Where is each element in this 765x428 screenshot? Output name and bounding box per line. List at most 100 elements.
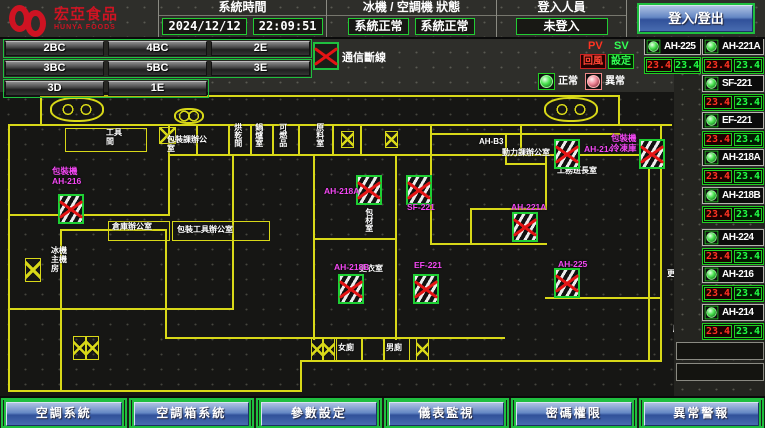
stairs-icon xyxy=(25,258,41,282)
device-label-EF-221: EF-221 xyxy=(414,261,442,271)
pv-value: 23.4 xyxy=(704,287,732,300)
pv-desc-legend: 回風 xyxy=(580,54,606,69)
pv-value: 23.4 xyxy=(704,133,732,146)
device-icon-AH-218B[interactable] xyxy=(338,274,364,304)
equipment-button-AH-218B[interactable]: AH-218B xyxy=(702,187,764,204)
equipment-button-SF-221[interactable]: SF-221 xyxy=(702,75,764,92)
device-label-AH-225: AH-225 xyxy=(558,260,587,270)
device-label-cold-storage: 包裝機 冷凍庫 xyxy=(611,134,637,154)
room-label: 冰機主機房 xyxy=(51,247,73,273)
sv-desc-legend: 設定 xyxy=(608,54,634,69)
ahu-status: 系統正常 xyxy=(415,18,475,35)
nav-button-3[interactable]: 參數設定 xyxy=(261,402,377,426)
comm-lost-label: 通信斷線 xyxy=(342,49,386,65)
bottom-nav: 空調系統空調箱系統參數設定儀表監視密碼權限異常警報 xyxy=(0,396,765,428)
comm-lost-icon xyxy=(313,42,339,70)
floor-button-5BC[interactable]: 5BC xyxy=(108,61,207,76)
login-section: 登入人員 未登入 xyxy=(496,0,626,37)
login-logout-button[interactable]: 登入/登出 xyxy=(639,5,753,32)
login-area: 登入/登出 xyxy=(626,0,765,37)
equipment-unit-AH-224: AH-22423.423.4 xyxy=(702,229,764,265)
floor-button-3D[interactable]: 3D xyxy=(5,81,104,96)
pv-value: 23.4 xyxy=(704,208,732,221)
equipment-button-AH-221A[interactable]: AH-221A xyxy=(702,38,764,55)
nav-button-1[interactable]: 空調系統 xyxy=(6,402,122,426)
status-led xyxy=(705,77,719,91)
device-icon-AH-216[interactable] xyxy=(58,194,84,224)
stairwell-icon xyxy=(50,97,104,122)
floor-button-3E[interactable]: 3E xyxy=(211,61,310,76)
equipment-button-AH-214[interactable]: AH-214 xyxy=(702,304,764,321)
date-display: 2024/12/12 xyxy=(162,18,246,35)
equipment-button-EF-221[interactable]: EF-221 xyxy=(702,112,764,129)
room-label: 男廁 xyxy=(386,344,408,353)
status-led xyxy=(705,189,719,203)
floor-button-3BC[interactable]: 3BC xyxy=(5,61,104,76)
floor-button-1E[interactable]: 1E xyxy=(108,81,207,96)
device-icon-cold-storage[interactable] xyxy=(639,139,665,169)
value-row: 23.423.4 xyxy=(702,57,764,74)
room-label: 包裝工具辦公室 xyxy=(177,226,267,235)
device-icon-AH-221A[interactable] xyxy=(512,212,538,242)
device-icon-SF-221[interactable] xyxy=(406,175,432,205)
floor-button-4BC[interactable]: 4BC xyxy=(108,41,207,56)
equipment-unit-AH-214: AH-21423.423.4 xyxy=(702,304,764,340)
sv-legend: SV xyxy=(614,40,629,52)
device-icon-AH-225[interactable] xyxy=(554,268,580,298)
equipment-button-AH-216[interactable]: AH-216 xyxy=(702,266,764,283)
stairs-icon xyxy=(86,336,99,360)
pv-value: 23.4 xyxy=(704,325,732,338)
stairs-icon xyxy=(385,131,398,148)
device-icon-EF-221[interactable] xyxy=(413,274,439,304)
value-row: 23.423.4 xyxy=(702,285,764,302)
pv-value: 23.4 xyxy=(704,96,732,109)
abnormal-led-icon xyxy=(585,73,602,90)
status-led xyxy=(705,151,719,165)
pv-value: 23.4 xyxy=(704,59,732,72)
nav-button-5[interactable]: 密碼權限 xyxy=(516,402,632,426)
pv-value: 23.4 xyxy=(704,170,732,183)
equipment-button-AH-225[interactable]: AH-225 xyxy=(644,38,701,55)
pv-value: 23.4 xyxy=(646,59,672,72)
brand-logo: 宏亞食品 HUNYA FOODS xyxy=(0,0,158,37)
device-icon-AH-214[interactable] xyxy=(554,139,580,169)
equipment-unit-SF-221: SF-221 23.423.4 xyxy=(702,75,764,111)
room-label: 可燃品 xyxy=(278,123,287,147)
value-row: 23.423.4 xyxy=(702,206,764,223)
status-led xyxy=(705,306,719,320)
abnormal-legend-label: 異常 xyxy=(605,76,625,87)
device-icon-AH-218A[interactable] xyxy=(356,175,382,205)
stairwell-icon xyxy=(174,108,204,124)
value-row: 23.423.4 xyxy=(702,131,764,148)
nav-button-6[interactable]: 異常警報 xyxy=(644,402,760,426)
status-led xyxy=(705,40,719,54)
sv-value: 23.4 xyxy=(734,208,762,221)
floor-button-2BC[interactable]: 2BC xyxy=(5,41,104,56)
equipment-button-AH-218A[interactable]: AH-218A xyxy=(702,149,764,166)
room-label: 包裝課辦公室 xyxy=(167,136,209,154)
floor-button-2E[interactable]: 2E xyxy=(211,41,310,56)
stairwell-icon xyxy=(544,97,598,122)
machine-status-label: 冰機 / 空調機 狀態 xyxy=(327,0,496,16)
stairs-icon xyxy=(416,338,429,361)
stairs-icon xyxy=(341,131,354,148)
brand-icon xyxy=(8,4,48,34)
hmi-screen: { "header": { "brand": {"name": "宏亞食品", … xyxy=(0,0,765,426)
pv-legend: PV xyxy=(588,40,603,52)
machine-status-section: 冰機 / 空調機 狀態 系統正常 系統正常 xyxy=(326,0,496,37)
equipment-button-AH-224[interactable]: AH-224 xyxy=(702,229,764,246)
nav-button-4[interactable]: 儀表監視 xyxy=(389,402,505,426)
empty-slot xyxy=(676,342,764,360)
device-label-AH-214: AH-214 xyxy=(584,145,613,155)
empty-slot xyxy=(676,363,764,381)
login-state: 未登入 xyxy=(516,18,608,35)
system-time-section: 系統時間 2024/12/12 22:09:51 xyxy=(158,0,326,37)
sv-value: 23.4 xyxy=(734,287,762,300)
nav-button-2[interactable]: 空調箱系統 xyxy=(134,402,250,426)
stairs-icon xyxy=(311,338,323,361)
stairs-icon xyxy=(323,338,335,361)
value-row: 23.423.4 xyxy=(702,94,764,111)
floor-buttons: 2BC 4BC 2E 3BC 5BC 3E 3D 1E xyxy=(3,39,312,99)
device-label-SF-221: SF-221 xyxy=(407,203,435,213)
room-label: 鍋爐室 xyxy=(254,123,263,147)
